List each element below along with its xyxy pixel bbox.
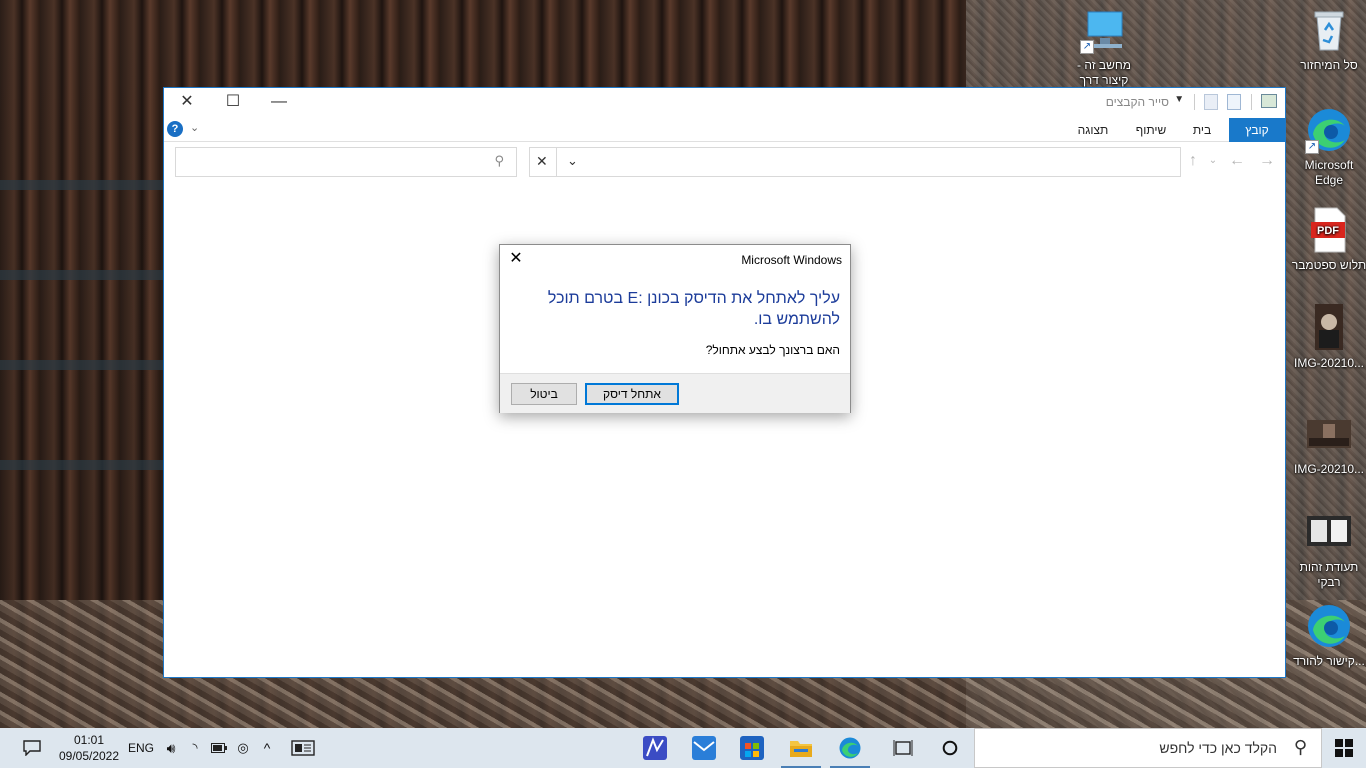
folder-icon (789, 736, 813, 760)
divider (1250, 94, 1252, 110)
desktop-icon-image-2[interactable]: IMG-20210... (1291, 410, 1366, 477)
taskbar-app-edge[interactable] (826, 728, 874, 768)
minimize-button[interactable]: — (256, 88, 302, 118)
app-icon (643, 736, 667, 760)
search-icon: ⚲ (1293, 737, 1307, 757)
desktop-icon-recycle-bin[interactable]: סל המיחזור (1291, 6, 1366, 73)
search-icon: ⚲ (494, 153, 504, 168)
new-folder-icon[interactable] (1203, 94, 1218, 110)
up-arrow-icon[interactable]: ↑ (1183, 151, 1203, 171)
taskbar-app-mail[interactable] (680, 728, 728, 768)
shortcut-arrow-icon: ↗ (1080, 40, 1094, 54)
divider (556, 148, 557, 176)
desktop-icon-id-card[interactable]: תעודת זהות רבקי (1291, 508, 1366, 590)
taskbar-app-vs[interactable] (631, 728, 679, 768)
edge-icon (838, 736, 862, 760)
dialog-question: האם ברצונך לבצע אתחול? (705, 343, 840, 357)
recycle-bin-icon (1305, 6, 1353, 54)
chevron-down-icon[interactable]: ⌄ (190, 121, 199, 134)
quick-access-toolbar: ▼ (1168, 94, 1277, 112)
edge-icon (1305, 602, 1353, 650)
dialog-footer: אתחל דיסק ביטול (500, 373, 850, 413)
task-view-icon[interactable] (890, 728, 916, 768)
desktop-icon-pdf[interactable]: PDF תלוש ספטמבר (1291, 206, 1366, 273)
taskbar-search-box[interactable]: הקלד כאן כדי לחפש ⚲ (974, 728, 1322, 768)
meet-now-icon[interactable]: ◎ (232, 728, 254, 768)
dialog-message: עליך לאתחל את הדיסק בכונן :E בטרם תוכל ל… (547, 290, 840, 328)
battery-icon[interactable] (208, 728, 230, 768)
address-bar[interactable]: ✕ ⌄ (529, 147, 1181, 177)
properties-icon[interactable] (1227, 94, 1242, 110)
maximize-button[interactable]: ☐ (210, 88, 256, 118)
taskbar: 01:01 09/05/2022 ENG 🔊︎ ◝ ◎ ^ הקלד כאן כ… (0, 728, 1366, 768)
recent-locations-chevron-icon[interactable]: ⌄ (1203, 151, 1223, 171)
cancel-button[interactable]: ביטול (511, 383, 577, 405)
search-input[interactable]: ⚲ (175, 147, 517, 177)
dialog-title: Microsoft Windows (741, 253, 842, 267)
desktop-icon-this-pc[interactable]: ↗ מחשב זה - קיצור דרך (1066, 10, 1142, 88)
edge-icon: ↗ (1305, 106, 1353, 154)
mail-icon (692, 736, 716, 760)
clock-date: 09/05/2022 (58, 749, 120, 763)
desktop-icon-edge[interactable]: ↗ Microsoft Edge (1291, 106, 1366, 188)
tab-view[interactable]: תצוגה (1071, 118, 1115, 142)
volume-icon[interactable]: 🔊︎ (160, 728, 182, 768)
computer-icon: ↗ (1080, 10, 1128, 54)
image-thumbnail-icon (1305, 508, 1353, 556)
explorer-titlebar[interactable]: ✕ ☐ — סייר הקבצים ▼ (164, 88, 1285, 118)
desktop-icon-image-1[interactable]: IMG-20210... (1291, 304, 1366, 371)
cortana-icon[interactable] (938, 728, 962, 768)
tab-share[interactable]: שיתוף (1131, 118, 1171, 142)
search-placeholder: הקלד כאן כדי לחפש (1159, 740, 1277, 756)
pdf-file-icon: PDF (1305, 206, 1353, 254)
language-indicator[interactable]: ENG (126, 728, 156, 768)
format-disk-dialog: ✕ Microsoft Windows עליך לאתחל את הדיסק … (499, 244, 851, 413)
address-dropdown-icon[interactable]: ⌄ (567, 153, 578, 169)
taskbar-app-file-explorer[interactable] (777, 728, 825, 768)
close-button[interactable]: ✕ (164, 88, 210, 118)
start-button[interactable] (1322, 728, 1366, 768)
help-icon[interactable]: ? (167, 121, 183, 137)
show-hidden-icons-chevron-icon[interactable]: ^ (256, 728, 278, 768)
back-arrow-icon[interactable]: → (1257, 151, 1277, 171)
clear-x-icon[interactable]: ✕ (536, 153, 548, 170)
news-widget-icon[interactable] (288, 728, 318, 768)
image-thumbnail-icon (1305, 304, 1353, 352)
tab-file[interactable]: קובץ (1229, 118, 1285, 142)
ribbon-tabs: ? ⌄ קובץ בית שיתוף תצוגה (164, 118, 1285, 142)
action-center-icon[interactable] (18, 728, 46, 768)
format-disk-button[interactable]: אתחל דיסק (585, 383, 679, 405)
image-thumbnail-icon (1305, 410, 1353, 458)
clock-time: 01:01 (73, 733, 105, 747)
store-icon (740, 736, 764, 760)
shortcut-arrow-icon: ↗ (1305, 140, 1319, 154)
dialog-close-button[interactable]: ✕ (506, 250, 526, 270)
system-clock[interactable]: 01:01 09/05/2022 (56, 732, 122, 764)
forward-arrow-icon[interactable]: ← (1227, 151, 1247, 171)
taskbar-app-store[interactable] (728, 728, 776, 768)
tab-home[interactable]: בית (1185, 118, 1219, 142)
window-title: סייר הקבצים (1105, 95, 1169, 109)
explorer-app-icon (1261, 94, 1277, 108)
windows-logo-icon (1335, 739, 1353, 757)
wifi-icon[interactable]: ◝ (184, 728, 206, 768)
svg-text:PDF: PDF (1317, 225, 1339, 237)
divider (1193, 94, 1195, 110)
dropdown-arrow-icon[interactable]: ▼ (1174, 94, 1184, 110)
desktop-icon-edge-link[interactable]: קישור להורד... (1291, 602, 1366, 669)
